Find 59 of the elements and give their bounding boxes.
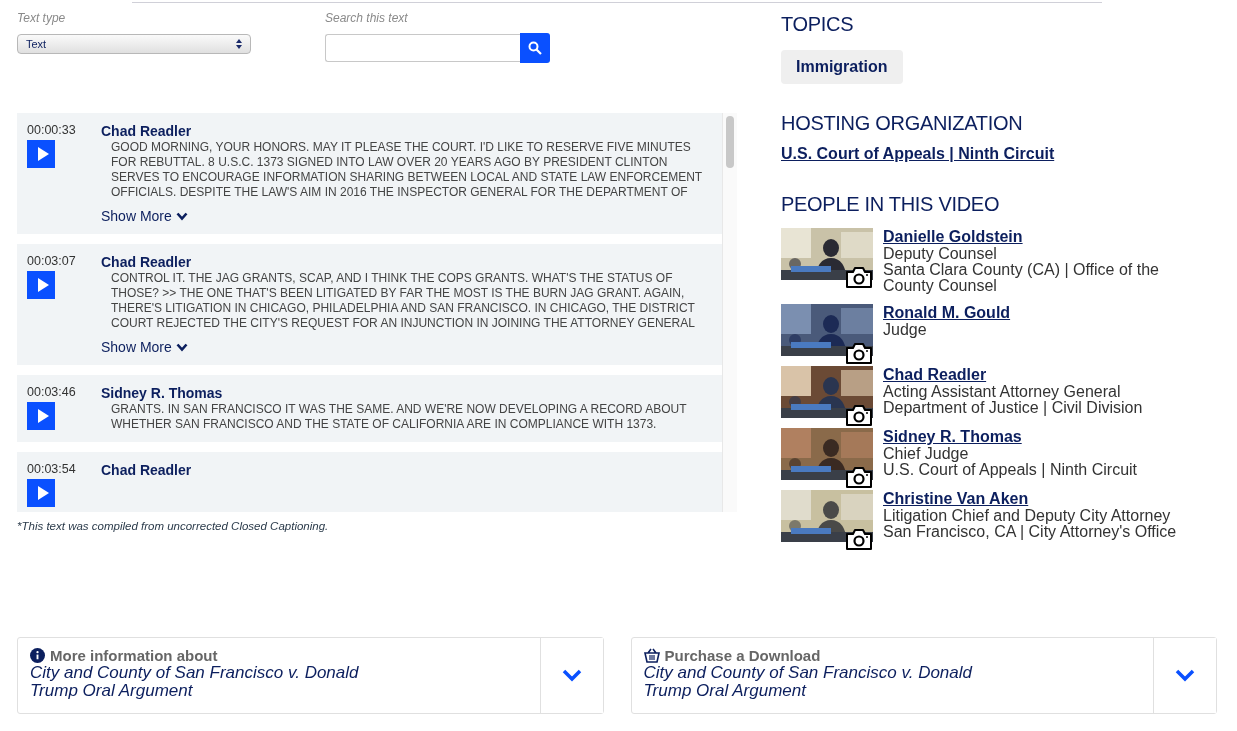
- show-more-button[interactable]: Show More: [101, 208, 188, 224]
- field-label: Text type: [17, 11, 67, 25]
- caption-note: *This text was compiled from uncorrected Closed Captioning.: [17, 520, 330, 532]
- show-more-button[interactable]: Show More: [101, 339, 188, 355]
- scrollbar[interactable]: [722, 113, 737, 512]
- play-button[interactable]: [27, 140, 55, 168]
- timestamp: 00:03:54: [27, 462, 77, 476]
- sort-arrows-icon: [236, 39, 242, 49]
- play-icon: [36, 147, 49, 161]
- panel-title: City and County of San Francisco v. Donald Trump Oral Argument: [643, 664, 974, 700]
- search-field[interactable]: [325, 34, 520, 62]
- person-link[interactable]: Danielle Goldstein: [883, 228, 1213, 246]
- person-detail: Department of Justice | Civil Division: [883, 400, 1143, 416]
- speaker-name: Chad Readler: [101, 123, 193, 139]
- person-detail: Chief Judge: [883, 446, 969, 462]
- play-icon: [36, 278, 49, 292]
- timestamp: 00:00:33: [27, 123, 77, 137]
- timestamp: 00:03:46: [27, 385, 77, 399]
- person-link[interactable]: Chad Readler: [883, 366, 1143, 384]
- speaker-name: Sidney R. Thomas: [101, 385, 224, 401]
- text-type-select[interactable]: Text: [17, 34, 251, 54]
- basket-icon: [643, 648, 660, 663]
- search-button[interactable]: [520, 33, 550, 63]
- person-detail: Deputy Counsel: [883, 246, 997, 262]
- play-button[interactable]: [27, 402, 55, 430]
- transcript-text: CONTROL IT. THE JAG GRANTS, SCAP, AND I THINK THE COPS GRANTS. WHAT'S THE STATUS OF THOSE? >> THE ONE THAT'S BEEN LITIGATED BY FAR THE MOST IS THE BURN JAG GRANT. AGAIN, THERE'S LITIGATION IN CHICAGO, PHILADELPHIA AND SAN FRANCISCO. IN CHICAGO, THE DISTRICT COURT REJECTED THE CITY'S REQUEST FOR AN INJUNCTION IN JOINING THE ATTORNEY GENERAL: [111, 271, 696, 331]
- play-button[interactable]: [27, 479, 55, 507]
- search-icon: [528, 41, 542, 55]
- timestamp: 00:03:07: [27, 254, 77, 268]
- panel-title: City and County of San Francisco v. Donald Trump Oral Argument: [30, 664, 360, 700]
- speaker-name: Chad Readler: [101, 462, 193, 478]
- organization-link[interactable]: U.S. Court of Appeals | Ninth Circuit: [781, 145, 1217, 163]
- person-detail: U.S. Court of Appeals | Ninth Circuit: [883, 462, 1138, 478]
- play-icon: [36, 409, 49, 423]
- chevron-down-icon: [175, 342, 188, 352]
- play-icon: [36, 486, 49, 500]
- person-link[interactable]: Ronald M. Gould: [883, 304, 1011, 322]
- play-button[interactable]: [27, 271, 55, 299]
- panel-label: More information about: [50, 647, 218, 664]
- person-detail: Judge: [883, 322, 928, 338]
- chevron-down-icon: [561, 669, 582, 682]
- transcript-text: GRANTS. IN SAN FRANCISCO IT WAS THE SAME. AND WE'RE NOW DEVELOPING A RECORD ABOUT WHETHER SAN FRANCISCO AND THE STATE OF CALIFORNIA ARE IN COMPLIANCE WITH 1373.: [111, 402, 688, 432]
- person-detail: Santa Clara County (CA) | Office of the County Counsel: [883, 262, 1160, 294]
- speaker-name: Chad Readler: [101, 254, 193, 270]
- chevron-down-icon: [1175, 669, 1195, 682]
- person-detail: Litigation Chief and Deputy City Attorney: [883, 508, 1171, 524]
- section-heading: TOPICS: [781, 13, 855, 36]
- person-detail: San Francisco, CA | City Attorney's Office: [883, 524, 1177, 540]
- section-heading: PEOPLE IN THIS VIDEO: [781, 193, 1001, 216]
- person-link[interactable]: Christine Van Aken: [883, 490, 1177, 508]
- chevron-down-icon: [175, 211, 188, 221]
- section-heading: HOSTING ORGANIZATION: [781, 112, 1024, 135]
- field-label: Search this text: [325, 11, 409, 25]
- topic-tag[interactable]: Immigration: [781, 50, 903, 84]
- transcript-text: GOOD MORNING, YOUR HONORS. MAY IT PLEASE THE COURT. I'D LIKE TO RESERVE FIVE MINUTES FOR REBUTTAL. 8 U.S.C. 1373 SIGNED INTO LAW OVER 20 YEARS AGO BY PRESIDENT CLINTON SERVES TO ENCOURAGE INFORMATION SHARING BETWEEN LOCAL AND STATE LAW ENFORCEMENT OFFICIALS. DESPITE THE LAW'S AIM IN 2016 THE INSPECTOR GENERAL FOR THE DEPARTMENT OF: [111, 140, 703, 200]
- panel-label: Purchase a Download: [664, 647, 821, 664]
- person-link[interactable]: Sidney R. Thomas: [883, 428, 1138, 446]
- info-icon: [30, 648, 45, 663]
- person-detail: Acting Assistant Attorney General: [883, 384, 1121, 400]
